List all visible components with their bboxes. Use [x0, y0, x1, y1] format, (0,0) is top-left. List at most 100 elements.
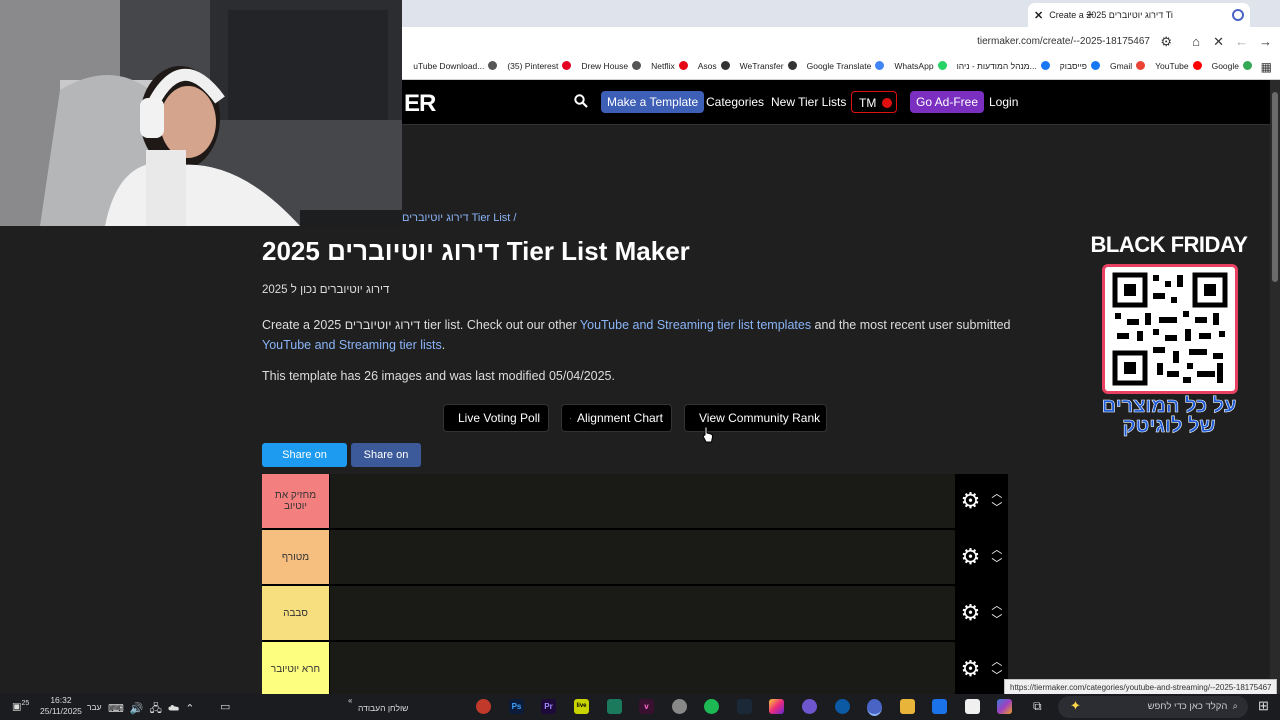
bookmark-item[interactable]: uTube Download... [413, 61, 498, 71]
file-explorer-icon[interactable] [900, 699, 915, 714]
category-tierlists-link[interactable]: YouTube and Streaming tier lists [262, 338, 442, 352]
ad-title[interactable]: BLACK FRIDAY [1084, 232, 1254, 258]
bookmark-item[interactable]: Gmail [1110, 61, 1146, 71]
gear-icon[interactable]: ⚙ [961, 600, 981, 626]
edge-icon[interactable] [835, 699, 850, 714]
site-settings-icon[interactable]: ⚙ [1160, 34, 1172, 50]
gear-icon[interactable]: ⚙ [961, 544, 981, 570]
steam-icon[interactable] [737, 699, 752, 714]
premiere-icon[interactable]: Pr [541, 699, 556, 714]
back-icon[interactable]: → [1259, 34, 1272, 49]
share-facebook-button[interactable]: Share on FB [351, 443, 421, 485]
bookmark-item[interactable]: Google Translate [807, 61, 885, 71]
bookmark-item[interactable]: Asos [698, 61, 730, 71]
move-tier-arrows: ︿ ﹀ [991, 656, 1002, 682]
new-tab-icon[interactable]: + [1086, 6, 1094, 22]
home-icon[interactable]: ⌂ [1192, 34, 1200, 49]
desc-text: and the most recent user submitted [811, 318, 1011, 332]
bookmark-item[interactable]: WeTransfer [740, 61, 797, 71]
windows-start-icon[interactable]: ⊞ [1258, 698, 1269, 714]
app-icon[interactable] [607, 699, 622, 714]
search-icon: ⌕ [1232, 701, 1238, 712]
system-tray-icons[interactable]: ⌨🔊🖧☁⌃ [108, 700, 201, 719]
vegas-icon[interactable]: v [639, 699, 654, 714]
chevron-up-icon[interactable]: ︿ [991, 544, 1002, 556]
task-view-icon[interactable]: ⧉ [1033, 699, 1042, 714]
ad-qr-code[interactable] [1102, 264, 1238, 394]
clock[interactable]: 16:32 25/11/2025 [40, 695, 82, 717]
go-ad-free-button[interactable]: Go Ad-Free [910, 91, 985, 113]
bookmark-item[interactable]: מנהל המודעות - ניהו... [957, 61, 1050, 71]
taskbar-search[interactable]: הקלד כאן כדי לחפש ⌕ [1058, 696, 1248, 718]
gear-icon[interactable]: ⚙ [961, 656, 981, 682]
tm-live-button[interactable]: TM [851, 91, 897, 113]
bookmark-item[interactable]: Netflix [651, 61, 688, 71]
bookmark-item[interactable]: (35) Pinterest [507, 61, 572, 71]
tier-drop-zone[interactable] [329, 474, 955, 528]
tier-label[interactable]: סבבה [262, 586, 329, 640]
bookmark-item[interactable]: YouTube [1155, 61, 1202, 71]
login-link[interactable]: Login [983, 91, 1024, 113]
chevron-up-icon[interactable]: ︿ [991, 488, 1002, 500]
stop-icon[interactable]: ✕ [1213, 34, 1224, 50]
copilot-icon[interactable] [997, 699, 1012, 714]
browser-icon[interactable] [867, 699, 882, 716]
breadcrumb[interactable]: דירוג יוטיוברים Tier List / [402, 212, 516, 224]
chevron-down-icon[interactable]: ﹀ [991, 502, 1002, 514]
keyboard-icon[interactable]: ▭ [220, 700, 230, 713]
store-icon[interactable] [965, 699, 980, 714]
desktop-toolbar[interactable]: שולחן העבודה [358, 703, 408, 713]
bookmark-favicon-icon [1136, 61, 1146, 70]
bookmark-item[interactable]: Google [1212, 61, 1252, 71]
categories-link[interactable]: Categories [700, 91, 770, 113]
chevron-down-icon[interactable]: ﹀ [991, 670, 1002, 682]
desc-text: Create a 2025 דירוג יוטיוברים tier list.… [262, 318, 580, 332]
tier-drop-zone[interactable] [329, 642, 955, 696]
live-app-icon[interactable]: live [574, 699, 589, 714]
tier-label[interactable]: חרא יוטיובר [262, 642, 329, 696]
photoshop-icon[interactable]: Ps [509, 699, 524, 714]
gear-icon[interactable]: ⚙ [961, 488, 981, 514]
share-twitter-button[interactable]: Share on Twitter [262, 443, 347, 485]
tier-label[interactable]: מטורף [262, 530, 329, 584]
forward-icon[interactable]: ← [1235, 34, 1248, 49]
browser-tab[interactable]: ✕ Create a 2025 דירוג יוטיוברים Ti [1028, 3, 1250, 27]
bookmark-item[interactable]: Drew House [581, 61, 642, 71]
grid-icon [570, 417, 571, 419]
language-indicator[interactable]: עבר [87, 702, 102, 712]
instagram-icon[interactable] [769, 699, 784, 714]
bookmark-item[interactable]: פייסבוק [1060, 61, 1100, 71]
make-template-button[interactable]: Make a Template [601, 91, 705, 113]
hand-cursor-icon [702, 426, 714, 443]
chevron-down-icon[interactable]: ﹀ [991, 558, 1002, 570]
chevron-down-icon[interactable]: ﹀ [991, 614, 1002, 626]
desc-text: . [441, 338, 446, 352]
alignment-chart-button[interactable]: Alignment Chart [561, 404, 672, 432]
bookmark-label: Google Translate [806, 61, 872, 71]
search-icon[interactable] [574, 94, 588, 108]
tier-drop-zone[interactable] [329, 530, 955, 584]
spotify-icon[interactable] [704, 699, 719, 714]
chevron-up-icon[interactable]: ︿ [991, 600, 1002, 612]
chevron-up-icon[interactable]: ︿ [991, 656, 1002, 668]
ad-subtitle[interactable]: על כל המוצרים של לוגיטק [1086, 396, 1252, 437]
site-logo[interactable]: ER [404, 90, 436, 118]
bookmark-label: פייסבוק [1059, 61, 1087, 71]
close-tab-icon[interactable]: ✕ [1034, 9, 1043, 22]
record-app-icon[interactable] [476, 699, 491, 714]
scrollbar-thumb[interactable] [1272, 92, 1278, 282]
tier-drop-zone[interactable] [329, 586, 955, 640]
chevron-left-icon[interactable]: « [348, 696, 352, 705]
bookmark-item[interactable]: WhatsApp [894, 61, 947, 71]
url-field[interactable]: tiermaker.com/create/--2025-18175467 [977, 36, 1150, 47]
obs-icon[interactable] [802, 699, 817, 714]
notification-icon[interactable]: ▣25 [12, 700, 29, 712]
app-icon[interactable] [672, 699, 687, 714]
tier-label[interactable]: מחזיק את יוטיוב [262, 474, 329, 528]
live-voting-poll-button[interactable]: Live Voting Poll [443, 404, 549, 432]
apps-grid-icon[interactable]: ▦ [1261, 60, 1272, 74]
mail-icon[interactable] [932, 699, 947, 714]
category-templates-link[interactable]: YouTube and Streaming tier list template… [580, 318, 811, 332]
new-tier-lists-link[interactable]: New Tier Lists [765, 91, 852, 113]
streamer-image [0, 0, 402, 226]
